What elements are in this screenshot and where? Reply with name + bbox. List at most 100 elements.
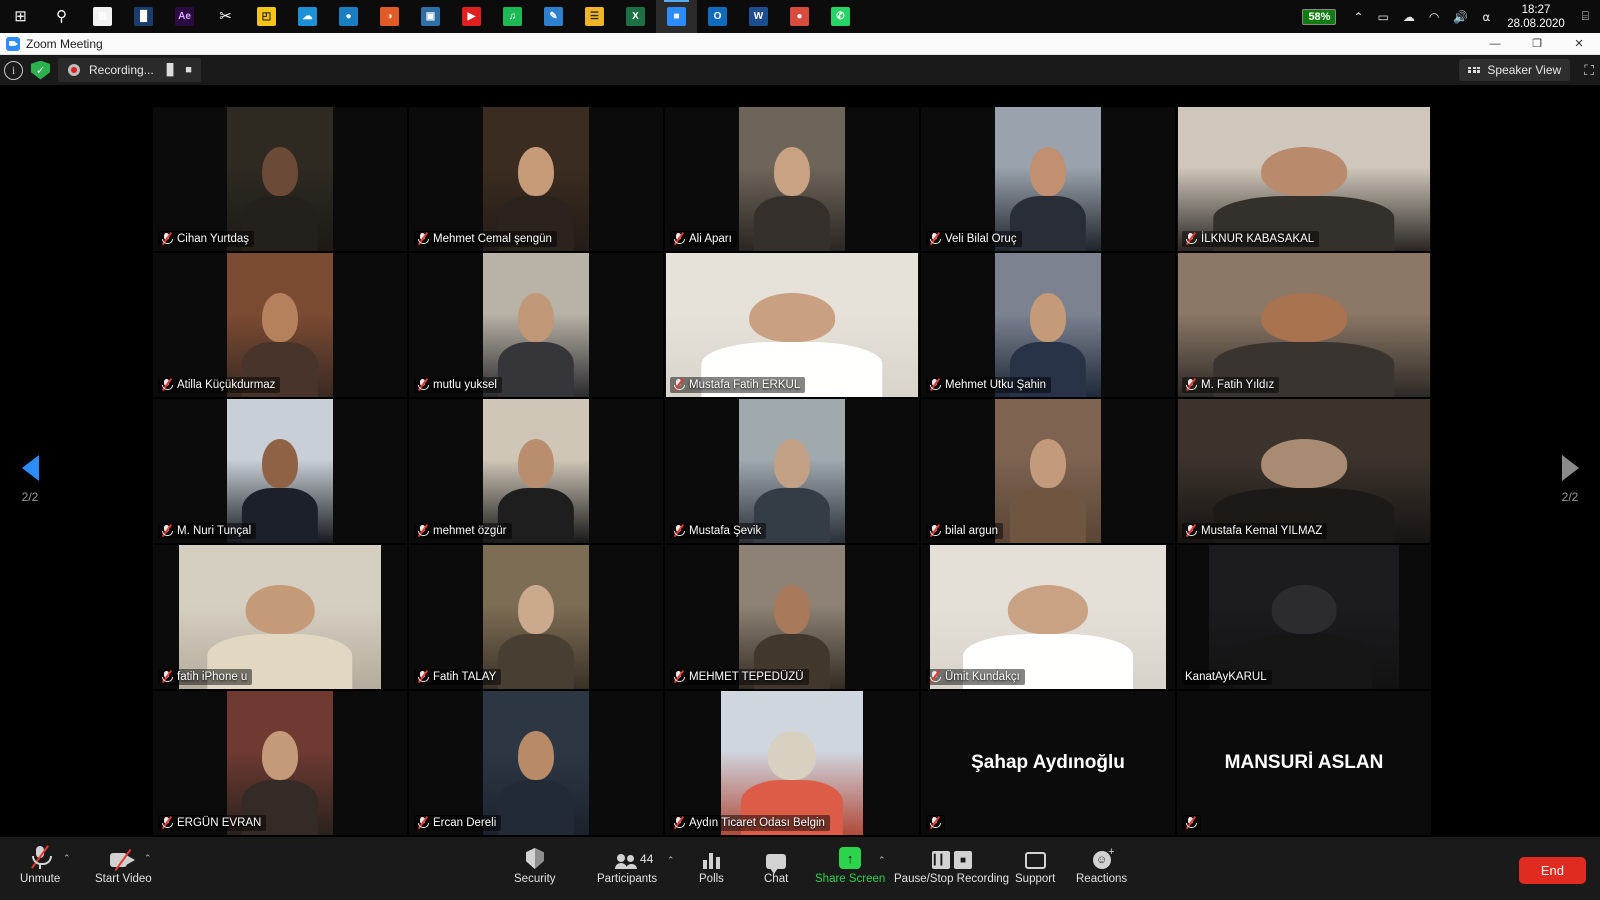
taskbar-clock[interactable]: 18:27 28.08.2020 [1497,3,1575,31]
participant-nameplate: bilal argun [926,523,1004,539]
zoom-icon[interactable]: ■ [656,0,697,33]
bluetooth-icon[interactable]: ⍺ [1475,10,1497,24]
action-center-icon[interactable]: ⌸ [1575,9,1596,24]
participant-tile[interactable]: Mustafa Kemal YILMAZ [1176,398,1432,544]
participant-video [921,399,1175,543]
snipping-tool-icon[interactable]: ✂ [205,0,246,33]
participant-tile[interactable]: M. Nuri Tunçal [152,398,408,544]
polls-button[interactable]: Polls [699,843,724,885]
participant-tile[interactable]: M. Fatih Yıldız [1176,252,1432,398]
participants-button[interactable]: 44 Participants [597,843,657,885]
participant-video [921,545,1175,689]
file-explorer-icon-glyph: ☰ [585,7,604,26]
word-icon-glyph: W [749,7,768,26]
participant-nameplate: Mustafa Kemal YILMAZ [1182,523,1328,539]
battery-icon[interactable]: ▭ [1371,10,1396,24]
participant-tile[interactable]: ERGÜN EVRAN [152,690,408,836]
participant-tile[interactable]: Mustafa Fatih ERKUL [664,252,920,398]
participant-tile[interactable]: Fatih TALAY [408,544,664,690]
share-options-chevron-icon[interactable]: ⌃ [878,855,886,866]
participant-tile[interactable]: Ali Aparı [664,106,920,252]
power-bi-icon[interactable]: █ [123,0,164,33]
unmute-button[interactable]: Unmute [20,843,60,885]
wifi-icon[interactable]: ◠ [1422,10,1446,24]
participant-nameplate: mehmet özgür [414,523,512,539]
participant-tile[interactable]: Şahap Aydınoğlu [920,690,1176,836]
meeting-info-icon[interactable]: i [4,60,23,80]
pause-stop-recording-button[interactable]: ▎▎ ■ Pause/Stop Recording [894,843,1009,885]
next-page-button[interactable]: 2/2 [1540,455,1600,504]
youtube-icon[interactable]: ▶ [451,0,492,33]
participant-name-label: M. Fatih Yıldız [1201,378,1275,391]
previous-page-button[interactable]: 2/2 [0,455,60,504]
whatsapp-icon[interactable]: ✆ [820,0,861,33]
participant-tile[interactable]: MANSURİ ASLAN [1176,690,1432,836]
microsoft-store-icon[interactable]: ⊞ [82,0,123,33]
support-button[interactable]: Support [1015,843,1055,885]
muted-microphone-icon [161,231,173,246]
video-options-chevron-icon[interactable]: ⌃ [144,853,152,864]
security-button[interactable]: Security [514,843,556,885]
participant-tile[interactable]: KanatAyKARUL [1176,544,1432,690]
volume-icon[interactable]: 🔊 [1446,10,1475,24]
excel-icon[interactable]: X [615,0,656,33]
chat-button[interactable]: Chat [764,843,788,885]
speaker-view-button[interactable]: Speaker View [1459,59,1571,81]
participant-tile[interactable]: Mehmet Utku Şahin [920,252,1176,398]
sticky-notes-icon[interactable]: ◰ [246,0,287,33]
participants-options-chevron-icon[interactable]: ⌃ [667,855,675,866]
paint-icon[interactable]: ✎ [533,0,574,33]
participant-tile[interactable]: mehmet özgür [408,398,664,544]
encryption-shield-icon[interactable]: ✓ [31,60,50,80]
participants-people-icon: 44 [615,843,653,869]
clock-date: 28.08.2020 [1507,17,1565,30]
participant-tile[interactable]: fatih iPhone u [152,544,408,690]
onedrive-icon[interactable]: ☁ [287,0,328,33]
participant-video [1177,107,1431,251]
start-button[interactable]: ⊞ [0,0,41,33]
reactions-button[interactable]: ☺ Reactions [1076,843,1127,885]
end-meeting-button[interactable]: End [1518,857,1586,884]
participant-name-label: İLKNUR KABASAKAL [1201,232,1315,245]
share-screen-label: Share Screen [815,873,886,885]
participant-tile[interactable]: Ümit Kundakçı [920,544,1176,690]
minimize-button[interactable]: — [1474,33,1516,55]
participant-video [665,691,919,835]
file-explorer-icon[interactable]: ☰ [574,0,615,33]
word-icon[interactable]: W [738,0,779,33]
start-video-button[interactable]: Start Video [95,843,152,885]
participant-tile[interactable]: Atilla Küçükdurmaz [152,252,408,398]
participant-tile[interactable]: İLKNUR KABASAKAL [1176,106,1432,252]
participant-tile[interactable]: mutlu yuksel [408,252,664,398]
participant-tile[interactable]: Cihan Yurtdaş [152,106,408,252]
participant-tile[interactable]: Ercan Dereli [408,690,664,836]
participant-tile[interactable]: Mustafa Şevik [664,398,920,544]
participant-tile[interactable]: MEHMET TEPEDÜZÜ [664,544,920,690]
after-effects-icon[interactable]: Ae [164,0,205,33]
share-screen-button[interactable]: ↑ Share Screen [815,843,885,885]
chrome-icon[interactable]: ● [779,0,820,33]
audio-options-chevron-icon[interactable]: ⌃ [63,853,71,864]
search-icon[interactable]: ⚲ [41,0,82,33]
microsoft-edge-icon[interactable]: ● [328,0,369,33]
maximize-button[interactable]: ❐ [1516,33,1558,55]
participant-video [1177,545,1431,689]
firefox-icon[interactable]: ◑ [369,0,410,33]
participant-tile[interactable]: bilal argun [920,398,1176,544]
participant-tile[interactable]: Veli Bilal Oruç [920,106,1176,252]
enter-fullscreen-icon[interactable]: ⛶ [1584,62,1594,79]
muted-microphone-icon [929,523,941,538]
pause-recording-icon[interactable]: ▐▌ [163,64,178,76]
spotify-icon[interactable]: ♫ [492,0,533,33]
participant-tile[interactable]: Mehmet Cemal şengün [408,106,664,252]
onedrive-cloud-icon[interactable]: ☁ [1396,10,1422,24]
participant-tile[interactable]: Aydın Ticaret Odası Belgin [664,690,920,836]
participant-nameplate: Veli Bilal Oruç [926,231,1022,247]
show-hidden-icons-chevron-icon[interactable]: ⌃ [1346,10,1370,24]
video-face [1261,147,1347,197]
outlook-icon[interactable]: O [697,0,738,33]
remote-desktop-icon[interactable]: ▣ [410,0,451,33]
speaker-view-label: Speaker View [1487,63,1562,77]
stop-recording-icon[interactable]: ■ [185,64,192,76]
close-button[interactable]: ✕ [1558,33,1600,55]
